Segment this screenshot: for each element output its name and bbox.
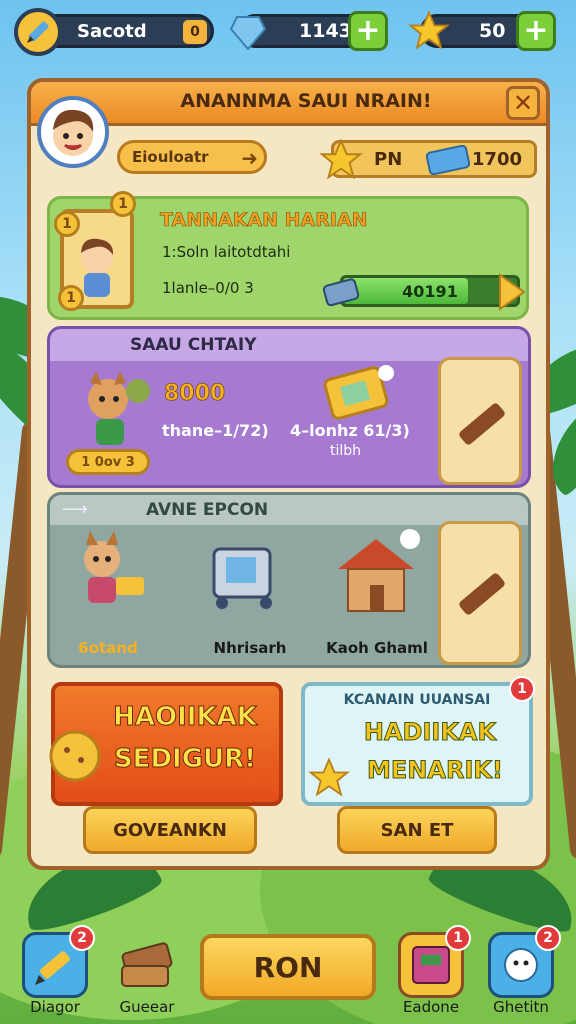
shop-item2-label: 4–lonhz 61/3)	[290, 421, 410, 440]
ticket-icon	[320, 363, 400, 427]
shop-card-title: SAAU CHTAIY	[130, 335, 257, 355]
stars-count: 50	[479, 20, 506, 42]
nav-label-1: Gueear	[119, 998, 175, 1016]
fox-character-icon	[66, 531, 156, 615]
promo-left-line1: HAOIIKAK	[113, 702, 258, 733]
left-promo-button[interactable]: GOVEANKN	[83, 806, 257, 854]
gem-icon	[228, 10, 268, 54]
task-line-1: 1:Soln laitotdtahi	[162, 243, 291, 261]
resource-value: 1700	[471, 149, 522, 170]
player-level-badge: 0	[183, 20, 207, 44]
shop-card[interactable]: SAAU CHTAIY 8000 thane–1/72) 1 0ov 3 4–l…	[47, 326, 531, 488]
add-stars-button[interactable]: +	[516, 11, 556, 51]
player-info-row: Eiouloatr ➜ PN 1700	[31, 132, 546, 182]
gems-count: 1143	[299, 20, 352, 42]
coin-icon: 1	[54, 211, 80, 237]
player-name-label: Eiouloatr	[132, 148, 209, 166]
nav-item-1[interactable]	[114, 932, 180, 998]
arrow-right-icon	[496, 273, 526, 315]
nav-item-2[interactable]: 1	[398, 925, 471, 998]
wood-log-icon	[457, 401, 507, 447]
promo-banner-left[interactable]: HAOIIKAK SEDIGUR!	[49, 682, 283, 806]
coin-icon: 1	[58, 285, 84, 311]
nav-label-3: Ghetitn	[493, 998, 549, 1016]
ticket-icon	[322, 277, 362, 311]
top-resource-bar: Sacotd 0 1143 + 50 +	[0, 0, 576, 64]
task-line-2: 1lanle–0/0 3	[162, 279, 254, 297]
panel-header: ANANNMA SAUI NRAIN! ✕	[31, 82, 546, 126]
shop-item1-label: thane–1/72)	[162, 421, 269, 440]
nav-item-3[interactable]: 2	[488, 925, 561, 998]
pencil-icon[interactable]	[14, 8, 62, 56]
promo-right-header: KCANAIN UUANSAI	[343, 692, 491, 708]
house-icon	[330, 525, 426, 625]
event-item-label: Kaoh Ghaml	[326, 639, 428, 657]
ticket-icon	[425, 144, 471, 179]
dog-character-icon	[68, 369, 154, 453]
star-icon	[307, 756, 351, 804]
coin-icon: 1	[110, 191, 136, 217]
main-panel: ANANNMA SAUI NRAIN! ✕ Eiouloatr ➜ PN 170…	[27, 78, 550, 870]
resource-label: PN	[374, 149, 403, 170]
event-card[interactable]: ⟶ AVNE EPCON 6otand Nhrisarh Kaoh Ghaml	[47, 492, 531, 668]
notification-badge: 2	[69, 925, 95, 951]
resource-strip: PN 1700	[319, 138, 537, 180]
close-button[interactable]: ✕	[506, 86, 540, 120]
arrow-right-icon: ⟶	[62, 499, 88, 520]
run-button[interactable]: RON	[200, 934, 376, 1000]
machine-icon	[200, 535, 290, 619]
shop-price: 8000	[164, 381, 226, 407]
add-gems-button[interactable]: +	[348, 11, 388, 51]
event-item-label: 6otand	[78, 639, 138, 657]
shop-item2-sub: tilbh	[330, 443, 362, 459]
right-promo-button[interactable]: SAN ET	[337, 806, 497, 854]
daily-task-card[interactable]: 1 1 1 TANNAKAN HARIAN 1:Soln laitotdtahi…	[47, 191, 529, 320]
panel-title: ANANNMA SAUI NRAIN!	[180, 90, 432, 112]
coin-tag: 1 0ov 3	[66, 449, 150, 475]
promo-right-line2: MENARIK!	[367, 756, 504, 785]
task-card-title: TANNAKAN HARIAN	[160, 209, 368, 232]
wood-log-icon	[457, 571, 507, 617]
promo-banner-right[interactable]: KCANAIN UUANSAI 1 HADIIKAK MENARIK!	[301, 676, 535, 806]
task-progress-text: 40191	[402, 282, 458, 301]
notification-badge: 1	[509, 676, 535, 702]
wood-reward-slot[interactable]	[438, 357, 522, 485]
promo-right-line1: HADIIKAK	[363, 718, 497, 747]
event-item-label: Nhrisarh	[213, 639, 287, 657]
event-card-title: AVNE EPCON	[146, 500, 269, 520]
star-icon	[406, 8, 452, 54]
star-icon	[318, 137, 364, 187]
player-name: Sacotd	[77, 20, 147, 42]
nav-label-0: Diagor	[30, 998, 80, 1016]
notification-badge: 2	[535, 925, 561, 951]
nav-label-2: Eadone	[402, 998, 460, 1016]
wood-reward-slot[interactable]	[438, 521, 522, 665]
player-name-pill[interactable]: Eiouloatr ➜	[117, 140, 267, 174]
arrow-right-icon: ➜	[241, 146, 258, 170]
notification-badge: 1	[445, 925, 471, 951]
promo-left-line2: SEDIGUR!	[113, 744, 257, 775]
nav-item-0[interactable]: 2	[22, 925, 95, 998]
player-pill[interactable]: Sacotd 0	[40, 14, 214, 48]
task-progress-bar: 40191	[340, 275, 520, 307]
